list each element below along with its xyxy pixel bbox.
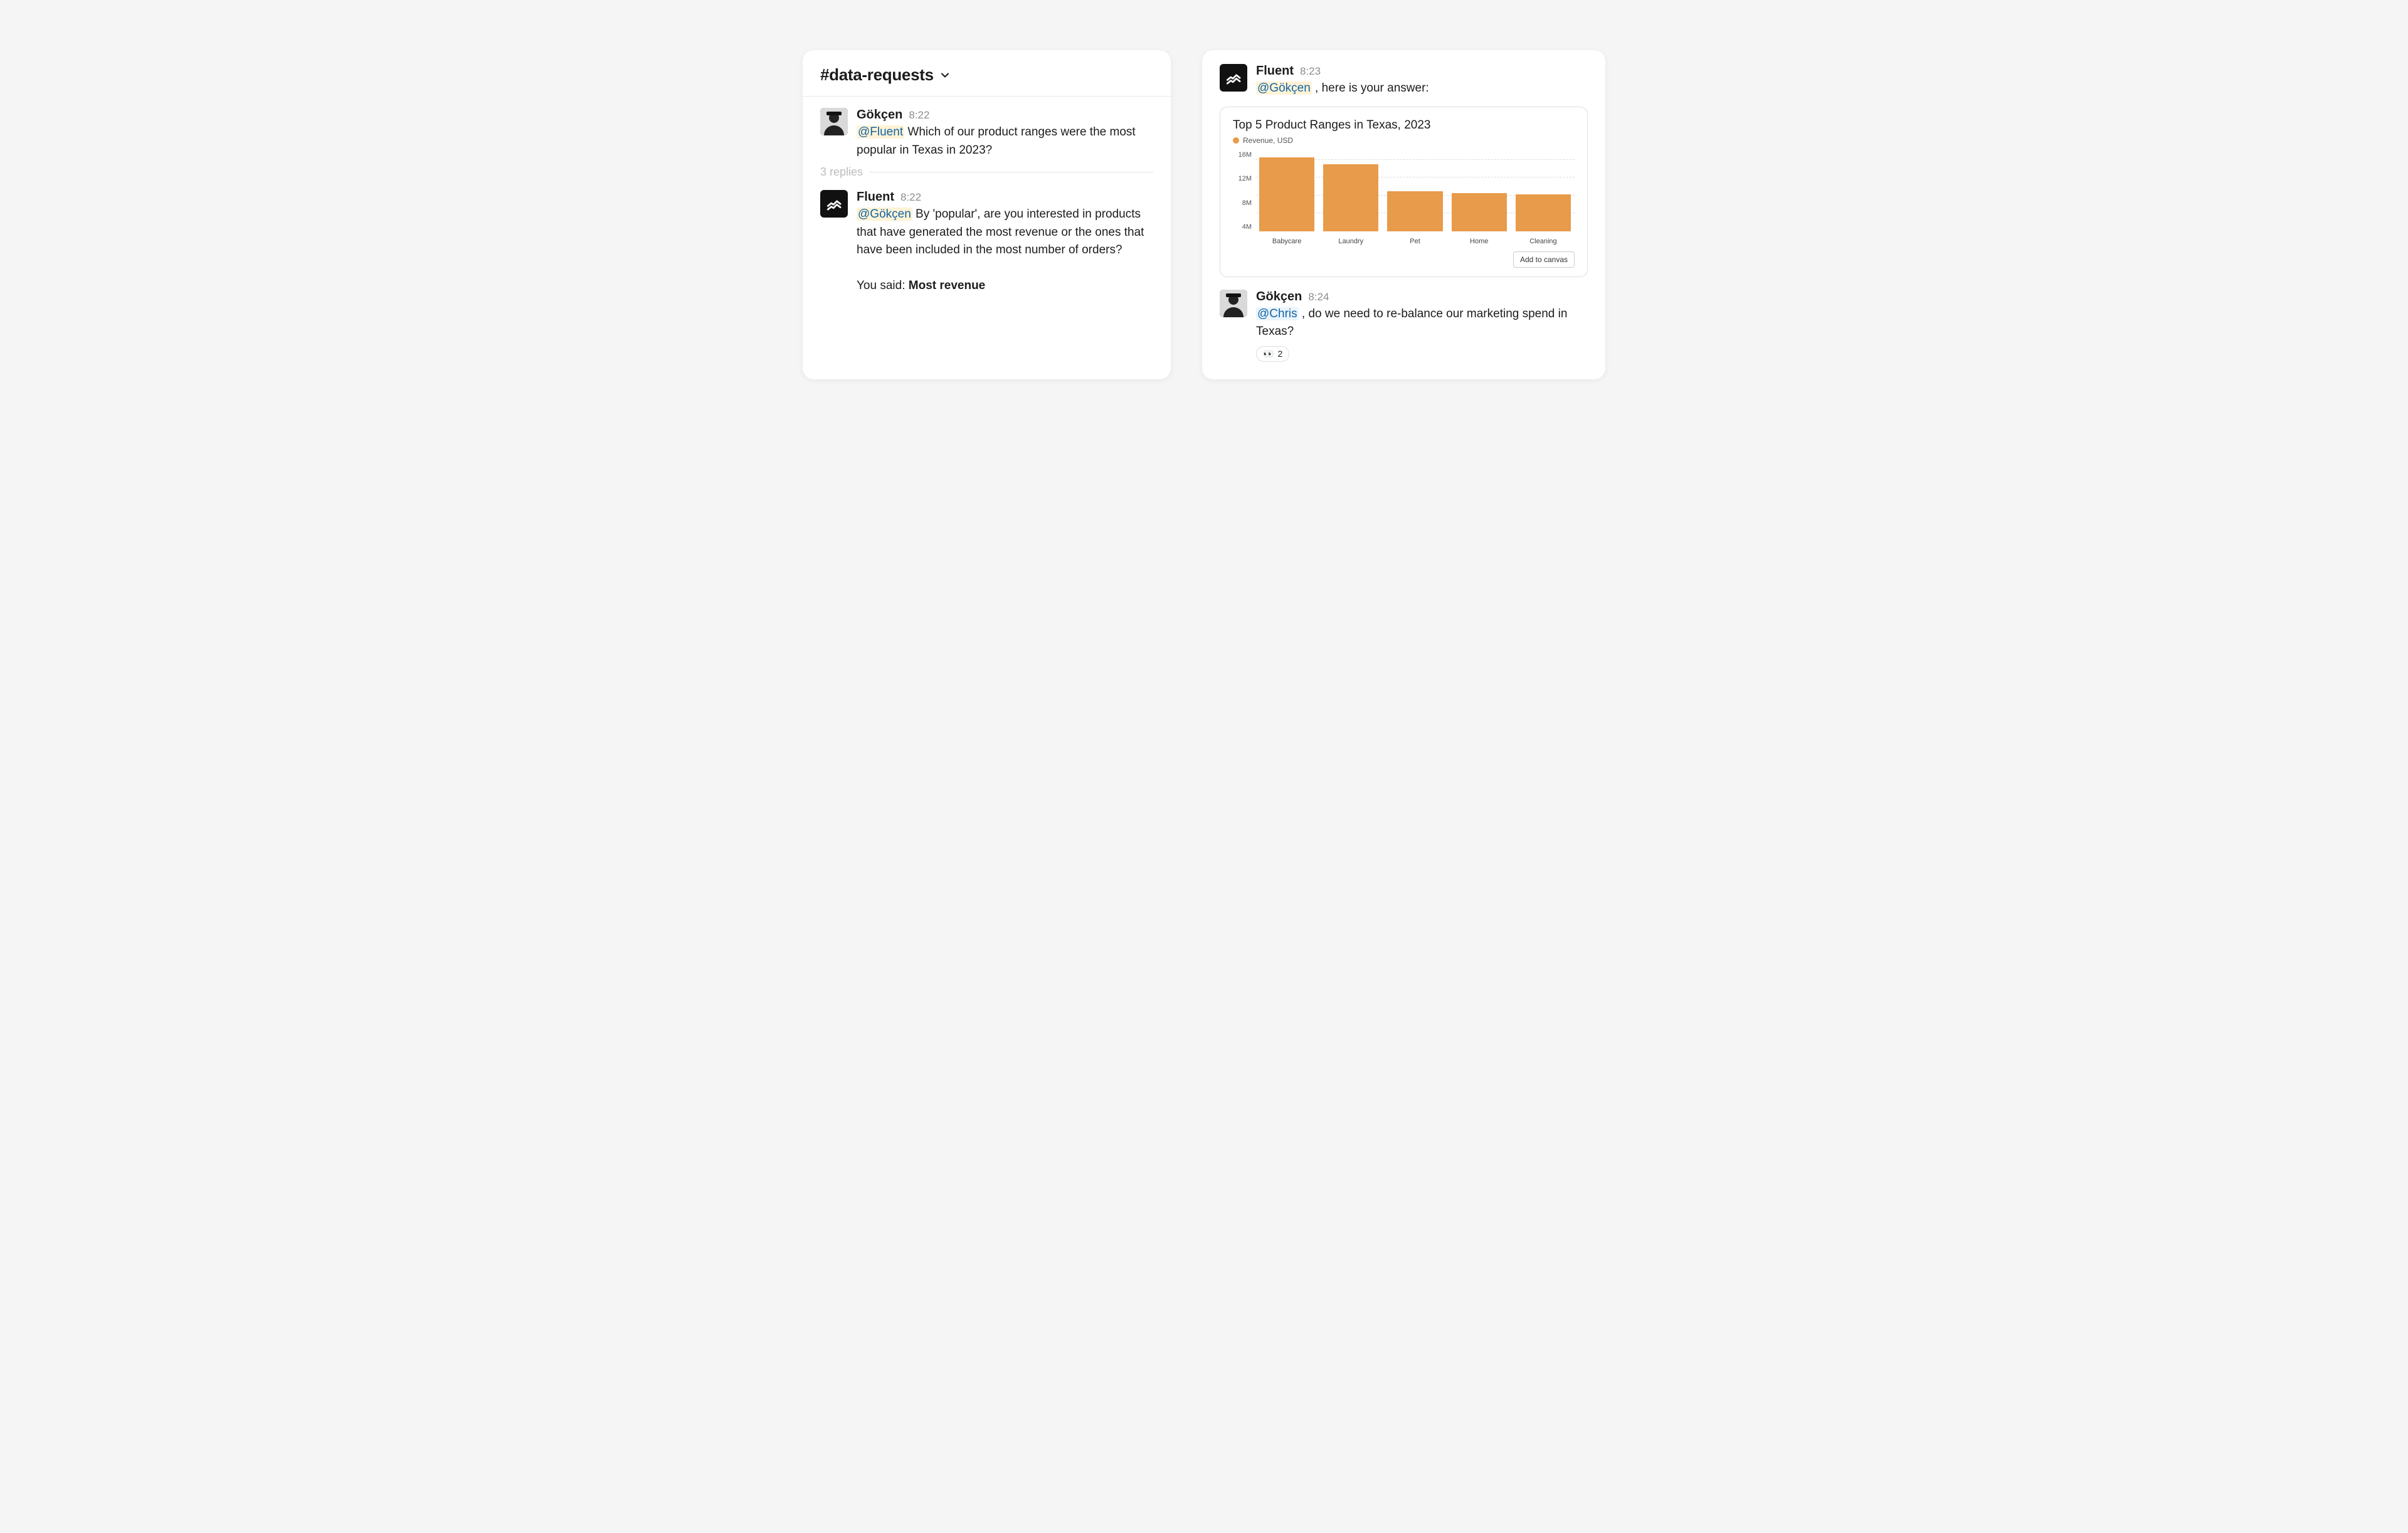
message: Gökçen 8:24 @Chris , do we need to re-ba… [1220,290,1588,362]
replies-separator[interactable]: 3 replies [803,159,1171,179]
reaction-count: 2 [1277,349,1282,359]
avatar[interactable] [1220,64,1247,92]
y-tick-label: 16M [1233,151,1252,159]
chart-bar[interactable] [1452,193,1507,231]
legend-swatch-icon [1233,137,1239,144]
thread-card: Fluent 8:23 @Gökçen , here is your answe… [1202,50,1605,379]
x-tick-label: Pet [1387,238,1442,245]
message-author: Gökçen [857,108,902,122]
reaction-pill[interactable]: 👀 2 [1256,346,1289,362]
message: Fluent 8:23 @Gökçen , here is your answe… [1220,64,1588,98]
x-tick-label: Laundry [1323,238,1378,245]
chart-bar[interactable] [1516,194,1571,231]
chart-legend: Revenue, USD [1233,136,1575,145]
avatar[interactable] [820,108,848,135]
chart-attachment: Top 5 Product Ranges in Texas, 2023 Reve… [1220,107,1588,277]
y-tick-label: 4M [1233,223,1252,231]
y-tick-label: 8M [1233,199,1252,207]
x-axis-labels: Babycare Laundry Pet Home Cleaning [1255,238,1575,245]
message-text-content: , here is your answer: [1312,82,1429,95]
you-said-value: Most revenue [909,279,985,292]
chart-bar[interactable] [1259,157,1314,231]
x-tick-label: Babycare [1259,238,1314,245]
mention[interactable]: @Gökçen [1256,82,1312,95]
eyes-icon: 👀 [1263,349,1274,359]
message-text: @Fluent Which of our product ranges were… [857,124,1153,159]
message-author: Gökçen [1256,290,1302,304]
you-said-label: You said: [857,279,909,292]
message-text: @Chris , do we need to re-balance our ma… [1256,305,1588,341]
channel-header[interactable]: #data-requests [803,50,1171,97]
replies-count: 3 replies [820,166,863,179]
mention[interactable]: @Chris [1256,307,1299,320]
message-time: 8:22 [900,191,921,204]
message-author: Fluent [857,190,894,204]
chart-bars [1255,151,1575,231]
x-tick-label: Home [1452,238,1507,245]
message-author: Fluent [1256,64,1294,78]
message-time: 8:23 [1300,65,1321,78]
x-tick-label: Cleaning [1516,238,1571,245]
message-text: @Gökçen By 'popular', are you interested… [857,206,1153,295]
chart-title: Top 5 Product Ranges in Texas, 2023 [1233,119,1575,132]
chart-bar[interactable] [1323,164,1378,231]
message: Fluent 8:22 @Gökçen By 'popular', are yo… [803,179,1171,295]
message-time: 8:22 [909,109,929,122]
mention[interactable]: @Fluent [857,125,904,139]
channel-card: #data-requests Gökçen 8:22 @Fluent Which… [803,50,1171,379]
legend-label: Revenue, USD [1243,136,1293,145]
chart-bar[interactable] [1387,191,1442,231]
chart-plot: 16M 12M 8M 4M Babycare Laundry Pet Home Cleanin… [1233,151,1575,245]
message-text-content: , do we need to re-balance our marketing… [1256,307,1567,339]
y-axis-ticks: 16M 12M 8M 4M [1233,151,1255,231]
chevron-down-icon [939,69,951,82]
message-time: 8:24 [1308,291,1329,303]
add-to-canvas-button[interactable]: Add to canvas [1513,251,1575,268]
channel-name: #data-requests [820,65,934,85]
mention[interactable]: @Gökçen [857,208,912,221]
avatar[interactable] [820,190,848,218]
message: Gökçen 8:22 @Fluent Which of our product… [803,97,1171,159]
message-text: @Gökçen , here is your answer: [1256,80,1588,98]
y-tick-label: 12M [1233,175,1252,182]
avatar[interactable] [1220,290,1247,317]
